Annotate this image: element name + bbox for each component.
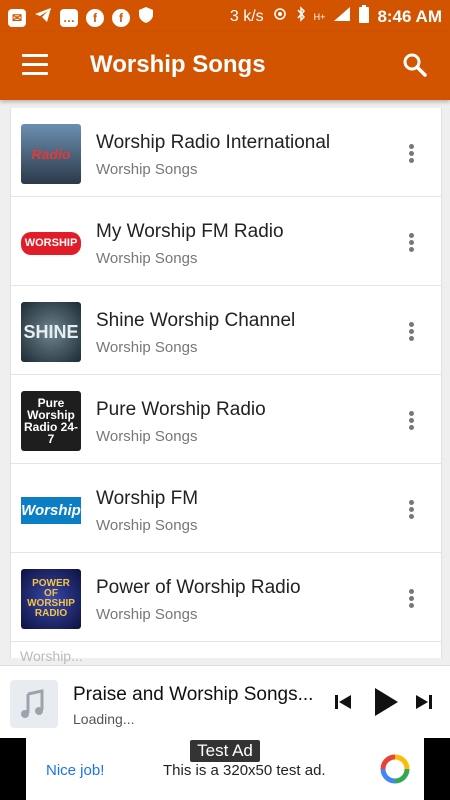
mini-player[interactable]: Praise and Worship Songs... Loading... [0, 665, 450, 738]
partial-list-item: Worship... [20, 648, 83, 664]
station-thumbnail: Worship [21, 480, 81, 540]
station-thumbnail: Pure Worship Radio 24-7 [21, 391, 81, 451]
sms-icon: … [60, 8, 78, 27]
test-ad-badge: Test Ad [190, 740, 260, 762]
hamburger-menu-icon[interactable] [22, 54, 48, 76]
station-row-3[interactable]: Pure Worship Radio 24-7 Pure Worship Rad… [11, 375, 441, 464]
station-row-1[interactable]: WORSHIP My Worship FM Radio Worship Song… [11, 197, 441, 286]
station-category: Worship Songs [96, 339, 198, 356]
station-name: Shine Worship Channel [96, 310, 296, 331]
vpn-shield-icon [138, 6, 154, 29]
page-title: Worship Songs [90, 51, 266, 78]
station-name: Worship Radio International [96, 132, 331, 153]
station-thumbnail: SHINE [21, 302, 81, 362]
station-category: Worship Songs [96, 250, 198, 267]
more-options-icon[interactable] [401, 231, 421, 255]
play-icon[interactable] [372, 686, 400, 723]
station-row-0[interactable]: Radio Worship Radio International Worshi… [11, 108, 441, 197]
station-category: Worship Songs [96, 517, 198, 534]
station-row-2[interactable]: SHINE Shine Worship Channel Worship Song… [11, 286, 441, 375]
player-status: Loading... [73, 711, 135, 727]
skip-next-icon[interactable] [414, 692, 434, 717]
station-thumbnail: Radio [21, 124, 81, 184]
facebook-icon: f [86, 8, 104, 27]
skip-previous-icon[interactable] [333, 692, 353, 717]
station-name: Power of Worship Radio [96, 577, 301, 598]
more-options-icon[interactable] [401, 409, 421, 433]
bluetooth-icon [296, 6, 306, 27]
station-name: My Worship FM Radio [96, 221, 284, 242]
more-options-icon[interactable] [401, 587, 421, 611]
system-status: 3 k/s H+ 8:46 AM [230, 5, 442, 28]
station-row-4[interactable]: Worship Worship FM Worship Songs [11, 464, 441, 553]
status-bar: ✉ … f f 3 k/s H+ 8:46 AM [0, 0, 450, 32]
player-title: Praise and Worship Songs... [73, 684, 314, 705]
station-row-5[interactable]: POWER OF WORSHIP RADIO Power of Worship … [11, 553, 441, 642]
facebook-icon: f [112, 8, 130, 27]
battery-icon [359, 5, 370, 28]
hotspot-icon [272, 6, 288, 27]
station-name: Pure Worship Radio [96, 399, 266, 420]
station-name: Worship FM [96, 488, 199, 509]
clock: 8:46 AM [377, 6, 442, 26]
admob-logo-icon [380, 754, 410, 784]
app-bar: Worship Songs [0, 32, 450, 100]
ad-link[interactable]: Nice job! [46, 762, 104, 779]
station-category: Worship Songs [96, 428, 198, 445]
ad-text: This is a 320x50 test ad. [163, 762, 326, 779]
more-options-icon[interactable] [401, 498, 421, 522]
telegram-icon [34, 6, 52, 29]
network-type: H+ [313, 11, 326, 22]
search-icon[interactable] [402, 52, 428, 78]
station-thumbnail: WORSHIP [21, 213, 81, 273]
message-icon: ✉ [8, 8, 26, 27]
notification-icons: ✉ … f f [8, 6, 154, 29]
station-list: Radio Worship Radio International Worshi… [10, 108, 442, 658]
more-options-icon[interactable] [401, 320, 421, 344]
more-options-icon[interactable] [401, 142, 421, 166]
music-note-icon [10, 680, 58, 728]
signal-icon [333, 6, 351, 27]
station-category: Worship Songs [96, 606, 198, 623]
network-speed: 3 k/s [229, 7, 264, 25]
station-category: Worship Songs [96, 161, 198, 178]
station-thumbnail: POWER OF WORSHIP RADIO [21, 569, 81, 629]
